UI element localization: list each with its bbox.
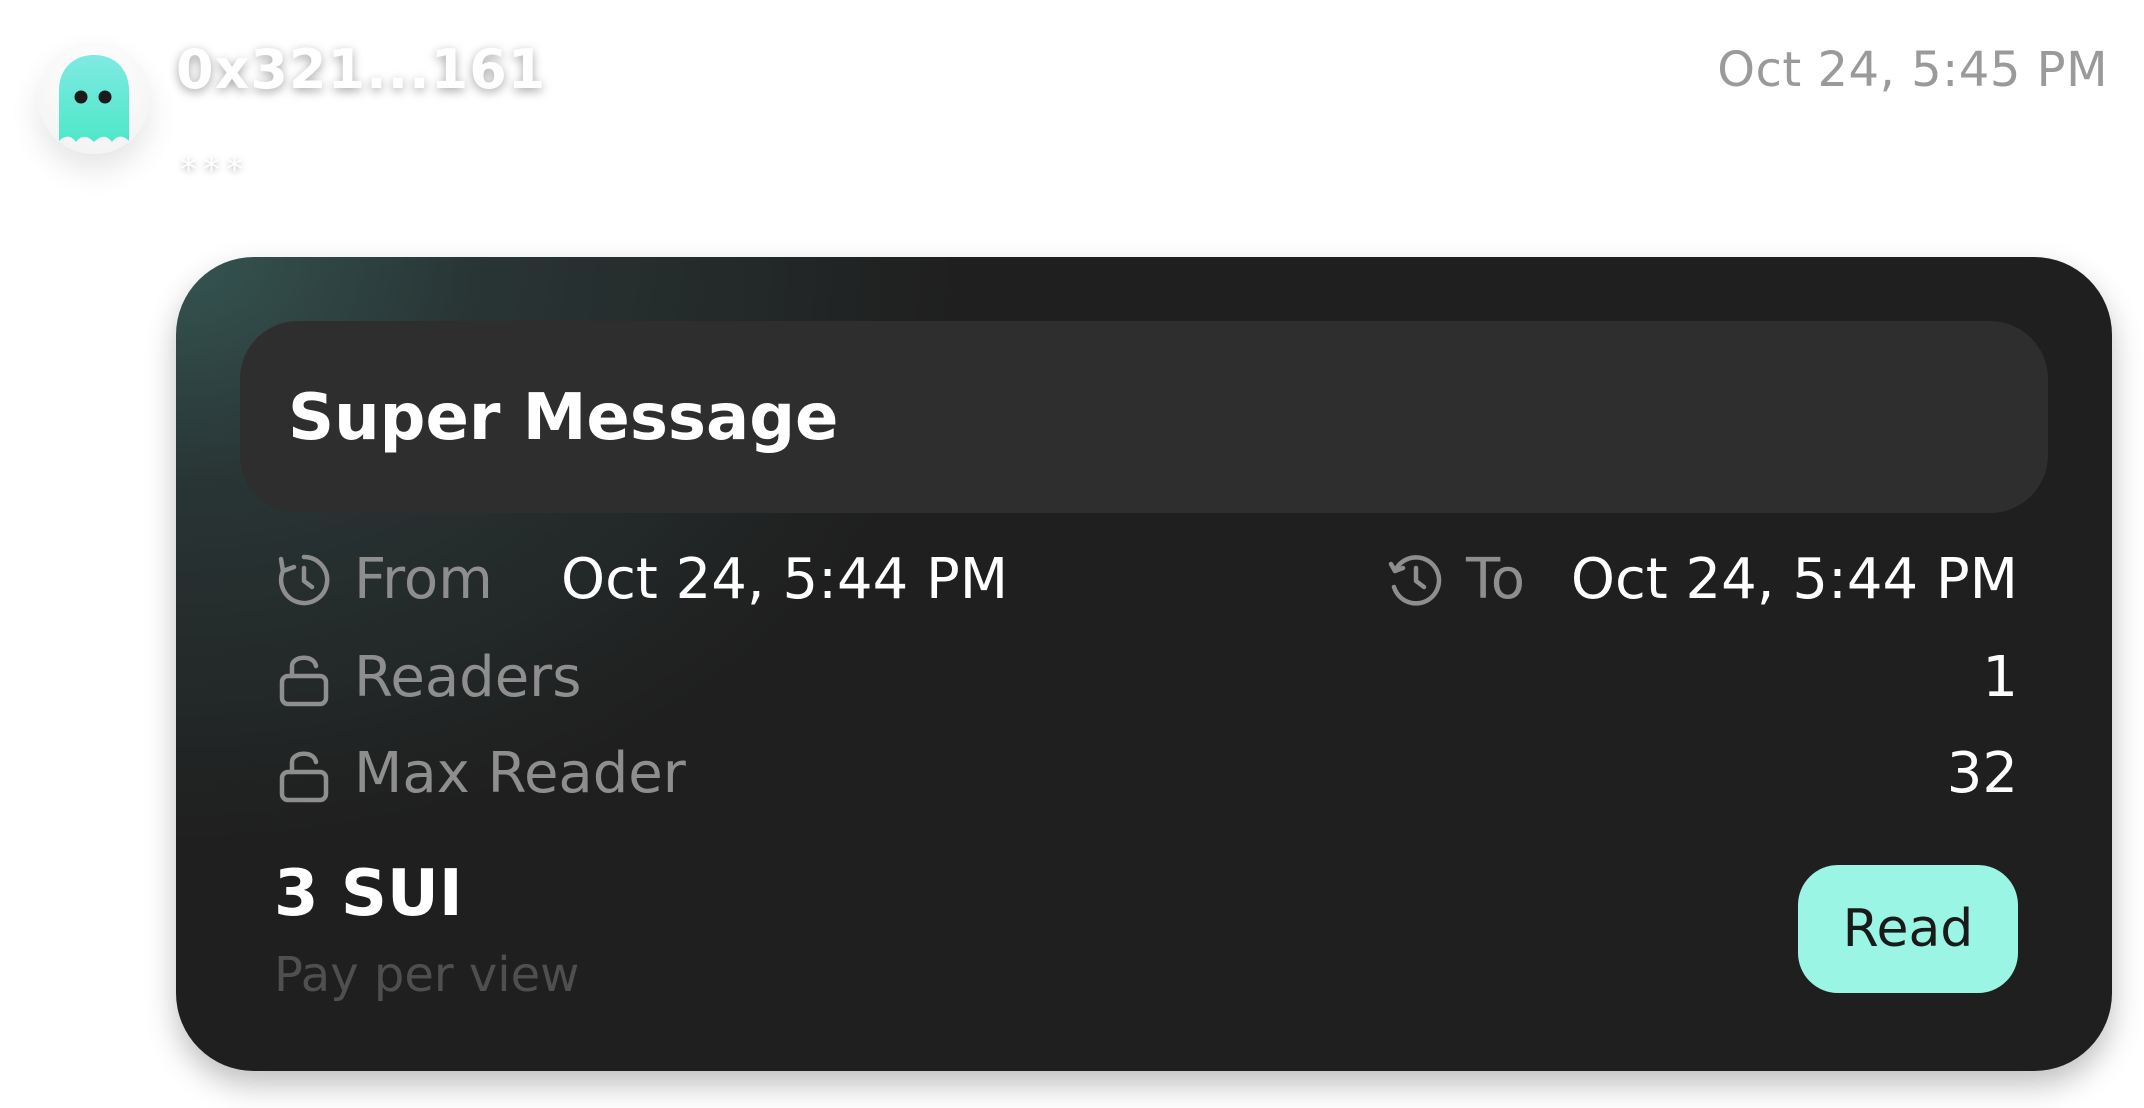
title-bar: Super Message [240,321,2048,513]
readers-row: Readers [274,645,581,710]
unlock-icon [279,655,329,706]
price-subtitle: Pay per view [274,947,580,1003]
sender-address: 0x321...161 [176,38,547,101]
to-value: Oct 24, 5:44 PM [1570,547,2018,612]
unlock-icon [279,751,329,802]
to-label: To [1466,547,1525,612]
read-button[interactable]: Read [1798,865,2018,993]
to-row: To [1386,547,1525,612]
price: 3 SUI [274,857,463,931]
max-reader-label: Max Reader [354,741,686,806]
avatar[interactable] [38,42,150,154]
clock-forward-icon [278,554,330,605]
sender-subtitle: *** [180,150,249,190]
clock-history-icon [1388,554,1442,606]
from-value: Oct 24, 5:44 PM [561,547,1009,612]
ghost-icon [59,55,129,142]
message-timestamp: Oct 24, 5:45 PM [1717,42,2108,98]
chat-message: 0x321...161 *** Oct 24, 5:45 PM Super Me… [0,0,2144,1108]
readers-label: Readers [354,645,582,710]
from-label: From [354,547,493,612]
super-message-card: Super Message From Oct 24, 5:44 PM To Oc… [176,257,2112,1071]
max-reader-value: 32 [1946,741,2018,806]
readers-value: 1 [1982,645,2018,710]
card-title: Super Message [288,381,839,455]
max-reader-row: Max Reader [274,741,686,806]
from-row: From [274,547,493,612]
